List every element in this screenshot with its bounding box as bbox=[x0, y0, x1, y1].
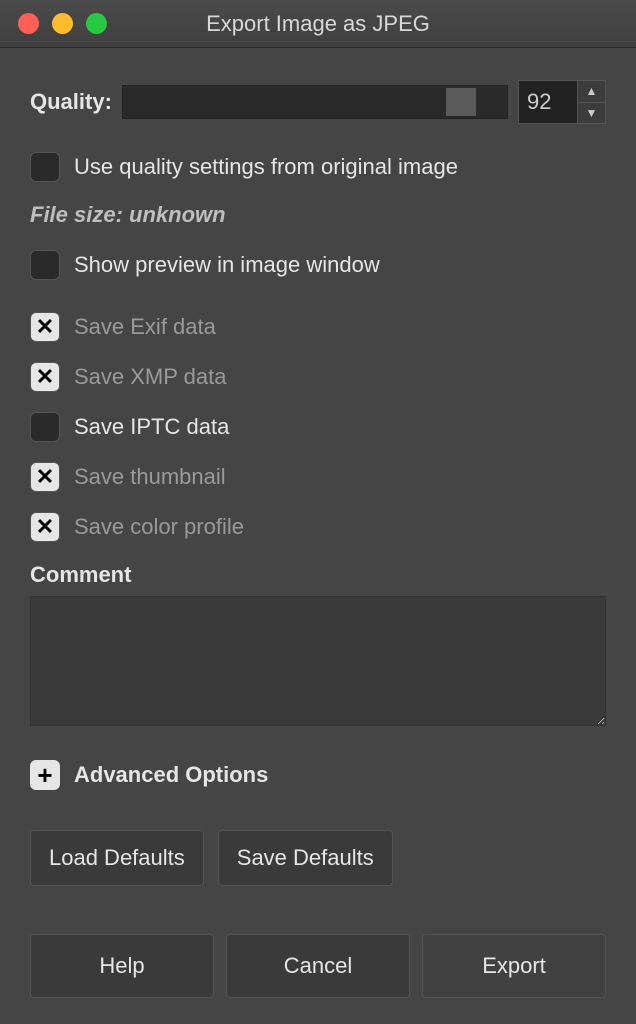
show-preview-checkbox[interactable] bbox=[30, 250, 60, 280]
save-color-profile-checkbox[interactable]: ✕ bbox=[30, 512, 60, 542]
quality-slider-thumb[interactable] bbox=[446, 88, 476, 116]
save-exif-label: Save Exif data bbox=[74, 314, 216, 340]
close-icon[interactable] bbox=[18, 13, 39, 34]
save-thumbnail-checkbox[interactable]: ✕ bbox=[30, 462, 60, 492]
load-defaults-button[interactable]: Load Defaults bbox=[30, 830, 204, 886]
dialog-content: Quality: ▲ ▼ Use quality settings from o… bbox=[0, 48, 636, 998]
advanced-options-label: Advanced Options bbox=[74, 762, 268, 788]
quality-slider[interactable] bbox=[122, 85, 508, 119]
save-xmp-label: Save XMP data bbox=[74, 364, 226, 390]
save-iptc-label: Save IPTC data bbox=[74, 414, 229, 440]
minimize-icon[interactable] bbox=[52, 13, 73, 34]
cancel-button[interactable]: Cancel bbox=[226, 934, 410, 998]
export-button[interactable]: Export bbox=[422, 934, 606, 998]
quality-input[interactable] bbox=[518, 80, 578, 124]
quality-step-down[interactable]: ▼ bbox=[578, 103, 605, 124]
use-original-quality-label: Use quality settings from original image bbox=[74, 154, 458, 180]
quality-step-up[interactable]: ▲ bbox=[578, 81, 605, 103]
checkmark-icon: ✕ bbox=[36, 514, 54, 540]
quality-label: Quality: bbox=[30, 89, 112, 115]
save-thumbnail-label: Save thumbnail bbox=[74, 464, 226, 490]
checkmark-icon: ✕ bbox=[36, 364, 54, 390]
save-exif-checkbox[interactable]: ✕ bbox=[30, 312, 60, 342]
quality-spinner: ▲ ▼ bbox=[518, 80, 606, 124]
help-button[interactable]: Help bbox=[30, 934, 214, 998]
maximize-icon[interactable] bbox=[86, 13, 107, 34]
filesize-text: File size: unknown bbox=[30, 202, 606, 228]
titlebar: Export Image as JPEG bbox=[0, 0, 636, 48]
save-xmp-checkbox[interactable]: ✕ bbox=[30, 362, 60, 392]
save-defaults-button[interactable]: Save Defaults bbox=[218, 830, 393, 886]
window-controls bbox=[0, 13, 107, 34]
comment-textarea[interactable] bbox=[30, 596, 606, 726]
comment-label: Comment bbox=[30, 562, 606, 588]
save-iptc-checkbox[interactable] bbox=[30, 412, 60, 442]
checkmark-icon: ✕ bbox=[36, 314, 54, 340]
checkmark-icon: ✕ bbox=[36, 464, 54, 490]
save-color-profile-label: Save color profile bbox=[74, 514, 244, 540]
use-original-quality-checkbox[interactable] bbox=[30, 152, 60, 182]
show-preview-label: Show preview in image window bbox=[74, 252, 380, 278]
expand-icon[interactable]: + bbox=[30, 760, 60, 790]
